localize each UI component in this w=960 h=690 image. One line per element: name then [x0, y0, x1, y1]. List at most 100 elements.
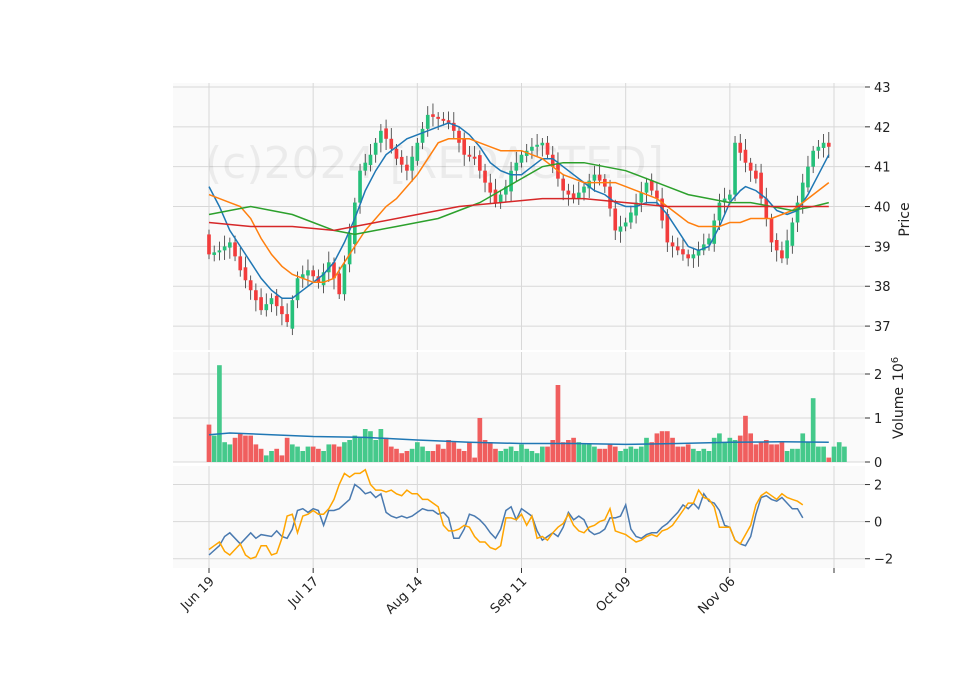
candle-body — [545, 142, 550, 155]
volume-bar — [357, 437, 363, 462]
volume-bar — [362, 429, 368, 462]
candle-body — [754, 170, 758, 179]
volume-bar — [378, 429, 384, 462]
candle-body — [821, 142, 826, 148]
volume-bar — [441, 448, 446, 462]
volume-bar — [321, 451, 326, 462]
volume-bar — [769, 444, 774, 462]
volume-bar — [295, 446, 300, 462]
candle-body — [222, 246, 227, 251]
volume-bar — [732, 440, 738, 462]
candle-body — [405, 164, 409, 171]
volume-bar — [842, 446, 847, 462]
volume-bar — [258, 448, 264, 462]
volume-bar — [253, 444, 259, 462]
candle-body — [597, 174, 602, 181]
volume-bar — [633, 448, 639, 462]
candle-body — [618, 226, 623, 232]
candle-body — [576, 192, 581, 199]
candle-body — [592, 174, 597, 181]
candle-body — [441, 118, 446, 121]
volume-bar — [654, 433, 660, 462]
candle-body — [431, 114, 435, 117]
candle-body — [780, 250, 784, 259]
volume-bar — [534, 453, 540, 462]
volume-bar — [342, 442, 347, 462]
candle-body — [728, 194, 732, 200]
x-tick-label: Aug 14 — [383, 574, 426, 617]
volume-bar — [289, 444, 295, 462]
candle-body — [665, 213, 670, 243]
volume-bar — [758, 442, 764, 462]
volume-bar — [467, 442, 472, 462]
volume-bar — [628, 446, 634, 462]
candle-body — [462, 139, 467, 155]
volume-bar — [795, 448, 800, 462]
volume-bar — [227, 444, 233, 462]
volume-bar — [222, 442, 227, 462]
candle-body — [644, 182, 649, 193]
volume-bar — [331, 444, 337, 462]
volume-bar — [217, 365, 222, 462]
volume-bar — [821, 446, 826, 462]
volume-bar — [571, 437, 576, 462]
candle-body — [733, 142, 737, 195]
volume-tick-label: 2 — [874, 368, 882, 383]
candle-body — [363, 162, 368, 171]
volume-bar — [701, 448, 707, 462]
candle-body — [478, 155, 482, 171]
candle-body — [379, 130, 383, 143]
volume-bar — [305, 446, 311, 462]
volume-bar — [779, 442, 785, 462]
price-axis-label: Price — [897, 202, 913, 236]
candle-body — [415, 142, 420, 161]
volume-bar — [831, 446, 837, 462]
oscillator-tick-label: 2 — [874, 479, 882, 494]
candle-body — [670, 242, 675, 247]
candle-body — [613, 208, 618, 231]
price-tick-label: 41 — [874, 161, 891, 176]
candle-body — [233, 242, 237, 257]
volume-bar — [326, 444, 332, 462]
candle-body — [269, 298, 274, 305]
volume-bar — [800, 433, 806, 462]
volume-bar — [472, 457, 477, 462]
candle-body — [774, 240, 779, 251]
volume-bar — [279, 455, 285, 462]
volume-bar — [461, 451, 467, 462]
volume-bar — [519, 444, 524, 462]
oscillator-tick-label: 0 — [874, 516, 882, 531]
volume-bar — [555, 385, 561, 462]
volume-bar — [748, 433, 754, 462]
candle-body — [639, 192, 644, 203]
volume-bar — [383, 437, 389, 462]
volume-bar — [805, 442, 811, 462]
volume-scale-label: 106 — [890, 357, 907, 381]
candle-body — [769, 218, 774, 243]
candle-body — [410, 156, 414, 171]
candle-body — [259, 297, 263, 311]
x-tick-label: Oct 09 — [593, 574, 634, 615]
candle-body — [816, 146, 821, 151]
candle-body — [394, 148, 399, 159]
candle-body — [420, 128, 425, 143]
volume-bar — [789, 448, 795, 462]
candle-body — [285, 314, 289, 323]
candle-body — [368, 154, 373, 166]
candle-body — [634, 202, 638, 216]
candle-body — [228, 242, 232, 248]
candle-body — [535, 144, 539, 147]
volume-bar — [763, 440, 769, 462]
candle-body — [691, 254, 696, 259]
volume-bar — [414, 442, 420, 462]
volume-bar — [675, 446, 681, 462]
candle-body — [311, 270, 315, 277]
volume-bar — [576, 442, 582, 462]
volume-bar — [810, 398, 816, 462]
candle-body — [347, 234, 352, 265]
candle-body — [457, 130, 461, 143]
volume-bar — [717, 433, 722, 462]
volume-bar — [618, 451, 623, 462]
volume-bar — [753, 444, 759, 462]
volume-bar — [586, 444, 592, 462]
